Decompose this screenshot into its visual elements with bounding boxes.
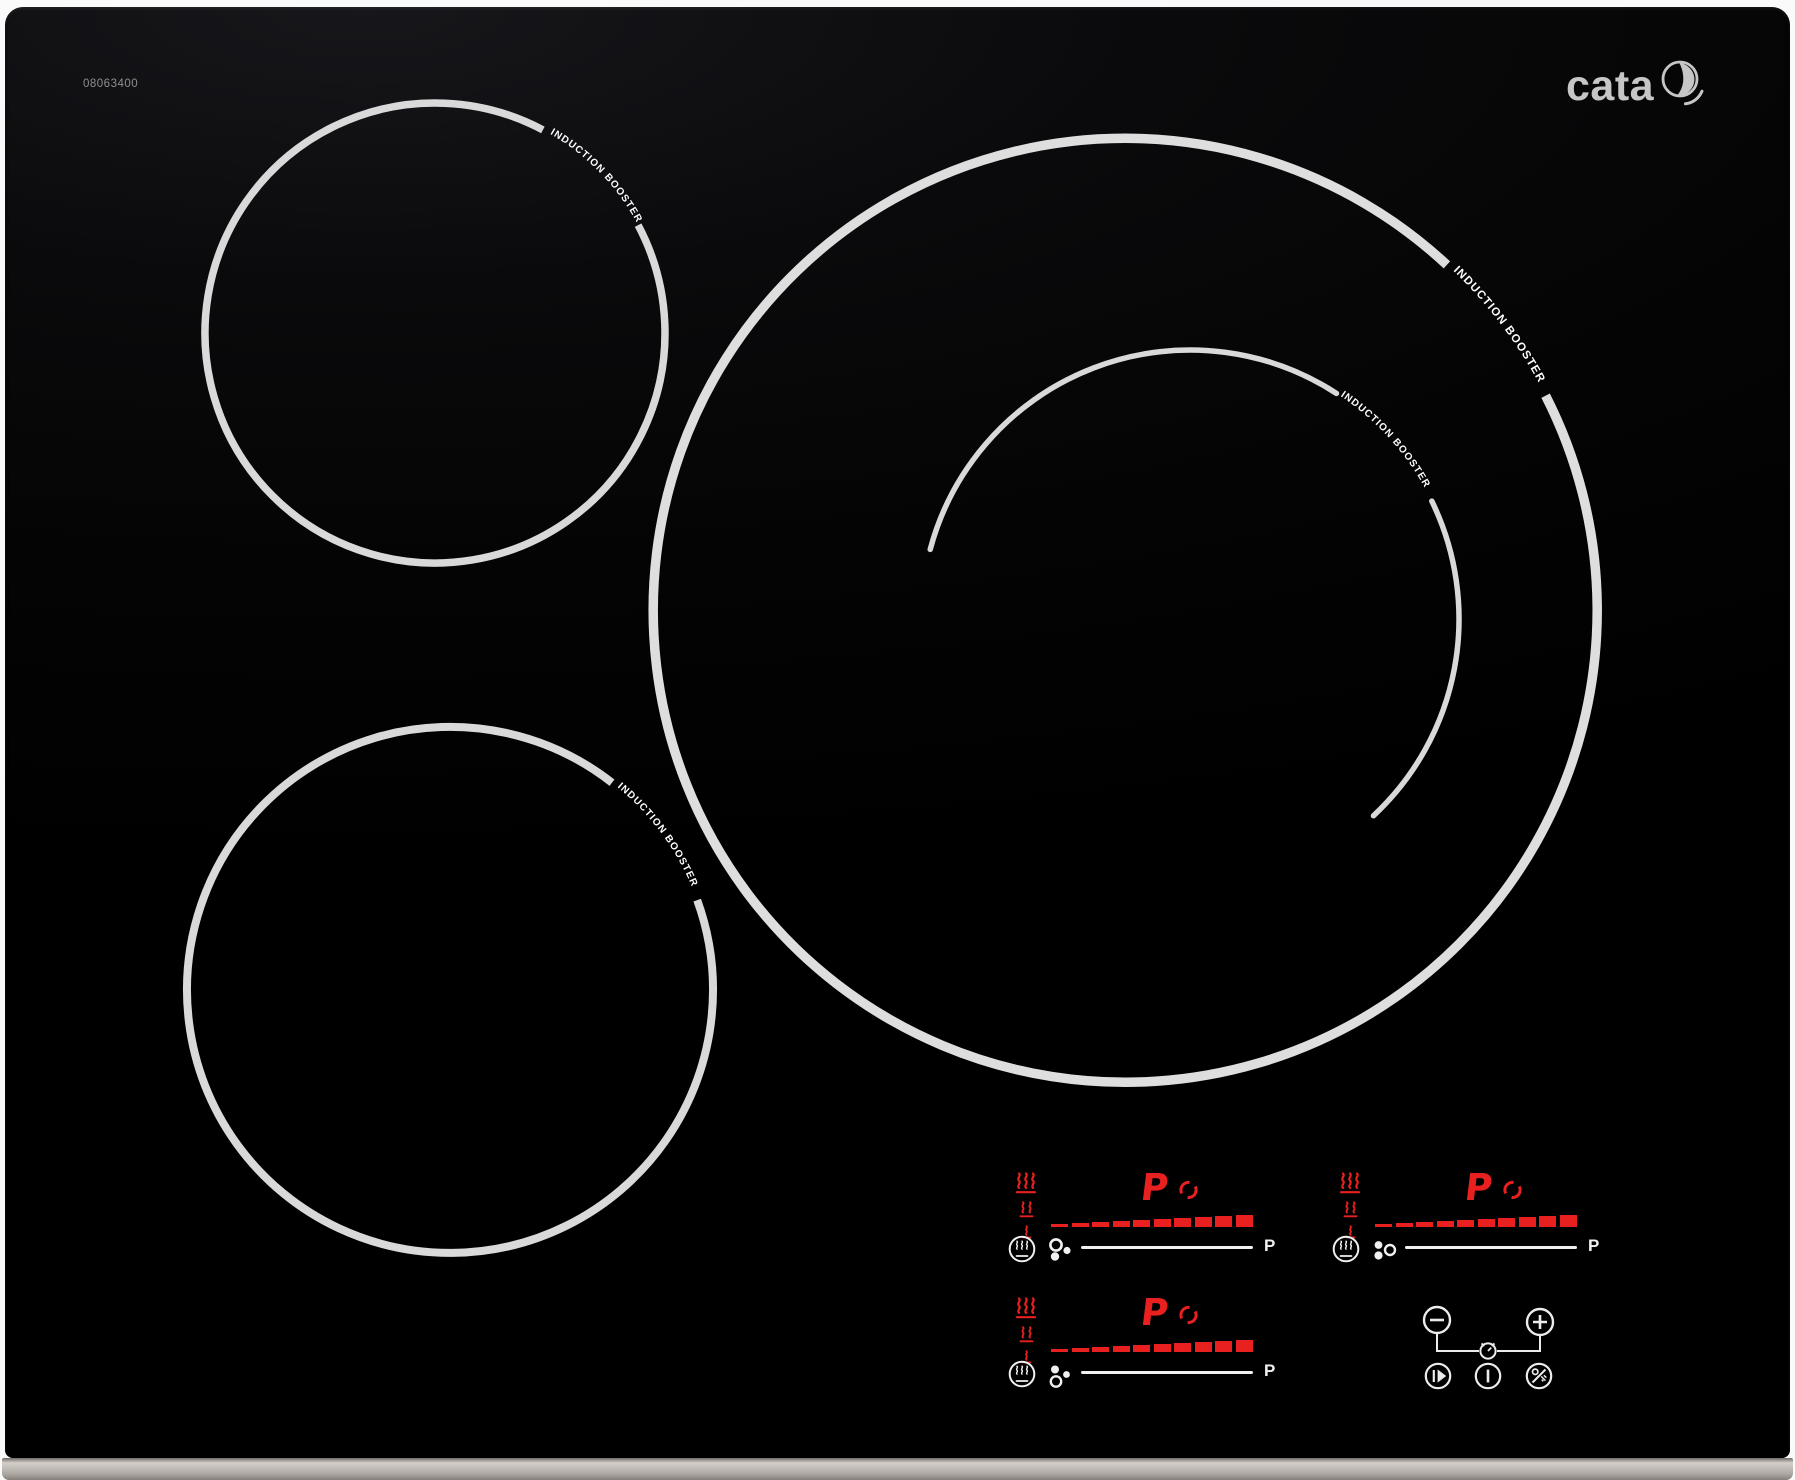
power-display: P [1138,1291,1171,1334]
power-display: P [1462,1166,1495,1209]
booster-label[interactable]: P [1588,1236,1599,1256]
induction-hob: 08063400 cata INDUCTION BOOSTER INDUCTIO… [0,0,1795,1480]
power-icon[interactable] [1474,1362,1502,1390]
power-level-bargraph [1375,1210,1577,1227]
key-lock-icon[interactable] [1525,1362,1553,1390]
power-display: P [1138,1166,1171,1209]
timer-icon[interactable] [1479,1342,1497,1360]
zone-panel-far-right: P P [1329,1166,1614,1268]
booster-spinner-icon [1179,1304,1199,1331]
plus-icon[interactable] [1525,1307,1555,1337]
keep-warm-button[interactable] [1008,1235,1036,1268]
residual-heat-indicator [1336,1172,1364,1244]
cata-ring-swoosh-icon [1658,58,1706,113]
front-metal-trim [2,1458,1793,1480]
power-slider[interactable] [1405,1246,1577,1249]
heat-level-3-icon [1339,1172,1361,1199]
pan-detection-icon [1047,1237,1073,1268]
timer-connector-line [1436,1333,1541,1352]
zone-panel-rear-right: P P [1005,1166,1290,1268]
heat-level-3-icon [1015,1172,1037,1199]
power-level-bargraph [1051,1335,1253,1352]
pan-detection-icon [1047,1362,1073,1393]
booster-label[interactable]: P [1264,1236,1275,1256]
minus-icon[interactable] [1422,1305,1452,1335]
master-controls [1405,1293,1573,1406]
power-slider[interactable] [1081,1371,1253,1374]
keep-warm-button[interactable] [1332,1235,1360,1268]
power-level-bargraph [1051,1210,1253,1227]
power-slider[interactable] [1081,1246,1253,1249]
model-number: 08063400 [83,78,139,90]
heat-level-2-icon [1342,1201,1359,1223]
booster-spinner-icon [1503,1179,1523,1206]
brand-logo: cata [1566,60,1706,113]
residual-heat-indicator [1012,1172,1040,1244]
pan-detection-icon [1371,1237,1397,1268]
heat-level-2-icon [1018,1326,1035,1348]
booster-spinner-icon [1179,1179,1199,1206]
heat-level-3-icon [1015,1297,1037,1324]
keep-warm-button[interactable] [1008,1360,1036,1393]
play-pause-icon[interactable] [1424,1362,1452,1390]
heat-level-2-icon [1018,1201,1035,1223]
residual-heat-indicator [1012,1297,1040,1369]
brand-name: cata [1566,62,1655,110]
zone-panel-front: P P [1005,1291,1290,1393]
booster-label[interactable]: P [1264,1361,1275,1381]
